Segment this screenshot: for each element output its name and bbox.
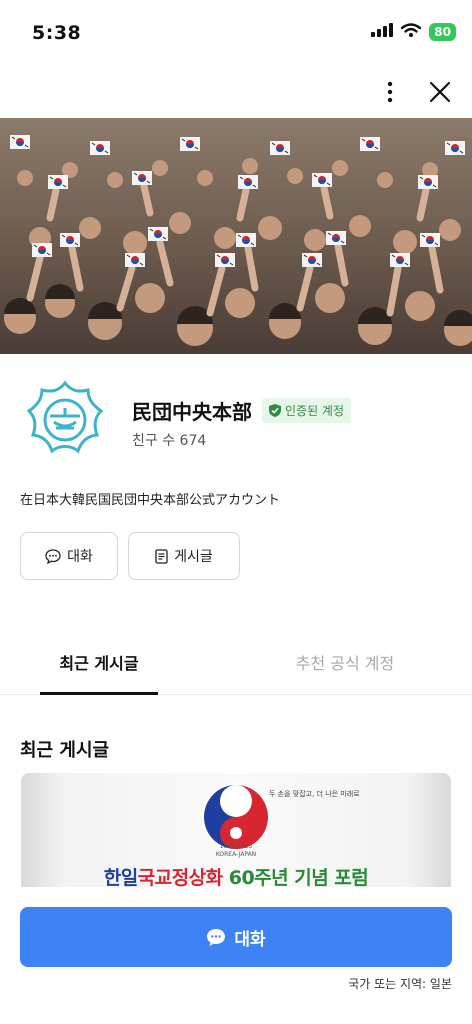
account-description: 在日本大韓民国民団中央本部公式アカウント	[20, 493, 281, 508]
banner-country: KOREA-JAPAN	[215, 851, 257, 858]
section-title: 최근 게시글	[20, 740, 110, 761]
headline-part2: 국교정상화	[137, 867, 223, 887]
chat-bubble-filled-icon	[207, 928, 226, 946]
signal-icon	[371, 22, 394, 41]
headline-part1: 한일	[103, 867, 138, 887]
post-card[interactable]: 두 손을 맞잡고, 더 나은 미래로 1965-2025 KOREA-JAPAN…	[21, 773, 451, 887]
action-buttons: 대화 게시글	[20, 532, 240, 580]
top-bar	[0, 66, 472, 118]
verified-label: 인증된 계정	[285, 404, 345, 418]
friend-count: 친구 수 674	[132, 433, 207, 449]
document-icon	[155, 548, 168, 564]
close-icon	[429, 81, 451, 103]
status-time: 5:38	[32, 22, 82, 44]
chat-bubble-icon	[45, 548, 61, 564]
close-button[interactable]	[422, 74, 458, 110]
wifi-icon	[401, 22, 422, 41]
shield-check-icon	[269, 404, 281, 417]
region-info: 국가 또는 지역: 일본	[348, 977, 452, 991]
chat-button-label: 대화	[67, 549, 93, 565]
more-vertical-icon	[387, 81, 393, 103]
status-bar: 5:38 80	[0, 0, 472, 64]
account-name: 民団中央本部	[132, 400, 252, 424]
name-row: 民団中央本部 인증된 계정	[132, 396, 352, 425]
tab-recent-posts[interactable]: 최근 게시글	[40, 630, 158, 695]
tab-bar: 최근 게시글 추천 공식 계정	[0, 630, 472, 695]
more-menu-button[interactable]	[372, 76, 408, 108]
posts-button-label: 게시글	[174, 549, 213, 565]
tab-recommended-accounts[interactable]: 추천 공식 계정	[270, 630, 420, 694]
verified-badge: 인증된 계정	[262, 398, 352, 423]
banner-years: 1965-2025	[219, 843, 253, 850]
cover-photo	[0, 118, 472, 354]
status-icons: 80	[371, 22, 456, 41]
headline-part3: 60주년 기념 포럼	[228, 867, 369, 887]
chat-cta-button[interactable]: 대화	[20, 907, 452, 967]
chat-button[interactable]: 대화	[20, 532, 118, 580]
post-headline: 한일국교정상화 60주년 기념 포럼	[21, 863, 451, 887]
posts-button[interactable]: 게시글	[128, 532, 240, 580]
battery-indicator: 80	[429, 22, 456, 41]
chat-cta-label: 대화	[234, 929, 266, 950]
banner-slogan: 두 손을 맞잡고, 더 나은 미래로	[269, 790, 360, 798]
mindan-logo	[24, 378, 106, 460]
profile-header: 民団中央本部 인증된 계정 친구 수 674	[20, 378, 460, 458]
